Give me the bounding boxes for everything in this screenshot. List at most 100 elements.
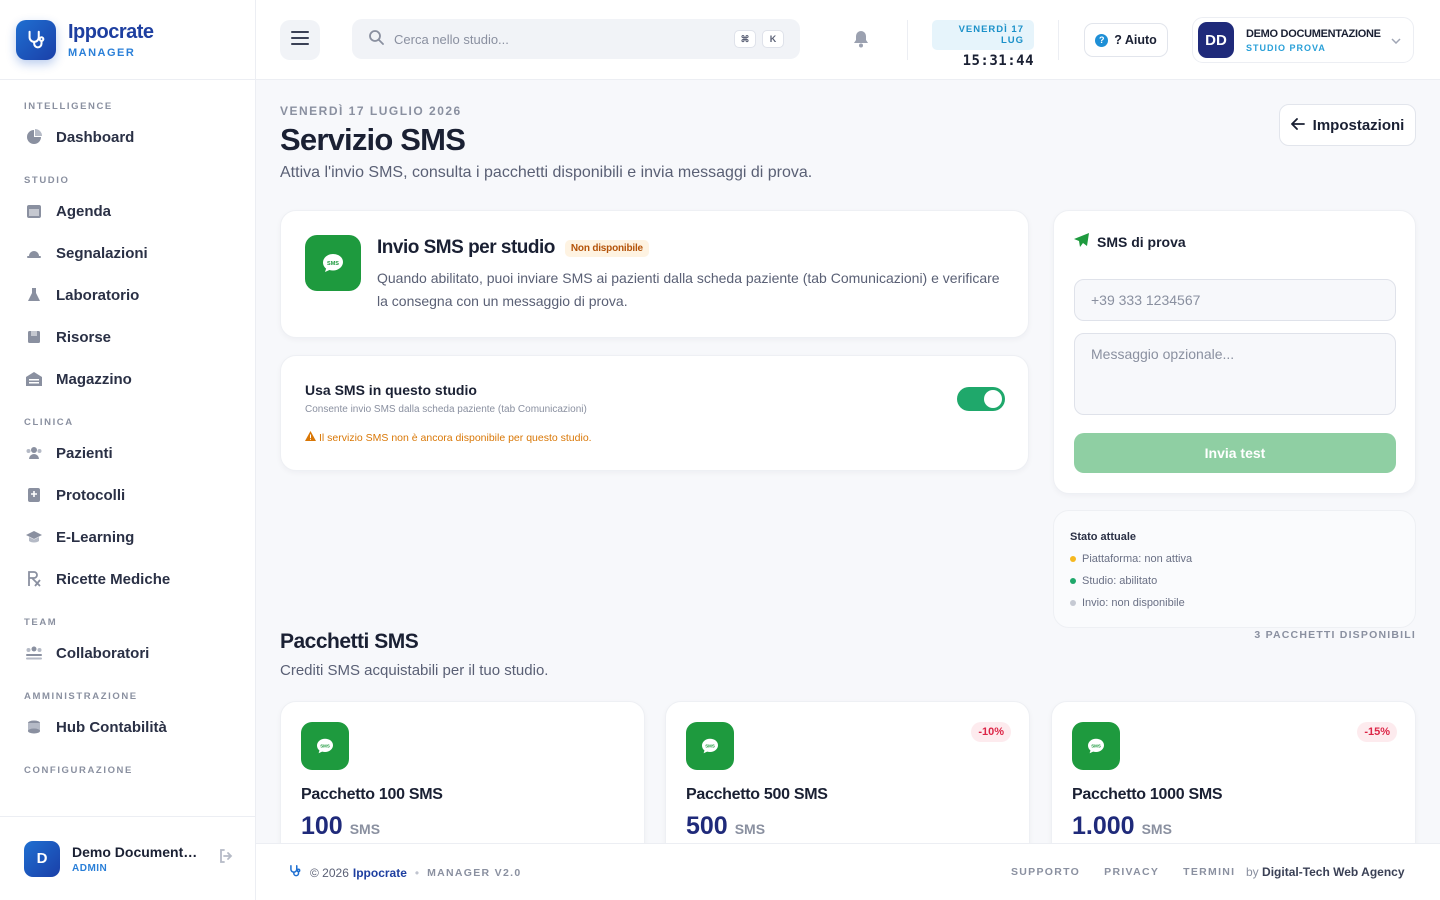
phone-input[interactable]: +39 333 1234567	[1074, 279, 1396, 321]
sidebar-item-protocolli[interactable]: Protocolli	[0, 474, 255, 516]
sidebar-item-elearning[interactable]: E-Learning	[0, 516, 255, 558]
toggle-title: Usa SMS in questo studio	[305, 382, 477, 398]
protocol-icon	[24, 485, 44, 505]
package-quantity: 100 SMS	[301, 812, 380, 841]
sidebar-item-label: Protocolli	[56, 486, 126, 504]
footer: © 2026 Ippocrate • MANAGER V2.0 SUPPORTO…	[256, 843, 1440, 900]
nav-section-clinica: CLINICA	[24, 417, 74, 428]
sidebar-user-role: ADMIN	[72, 862, 108, 874]
sidebar-item-label: Pazienti	[56, 444, 113, 462]
team-icon	[24, 643, 44, 663]
discount-badge: -15%	[1357, 722, 1397, 742]
sidebar-item-collaboratori[interactable]: Collaboratori	[0, 632, 255, 674]
menu-button[interactable]	[280, 20, 320, 60]
avatar[interactable]: D	[24, 840, 60, 877]
package-name: Pacchetto 500 SMS	[686, 786, 828, 803]
footer-credit: by Digital-Tech Web Agency	[1246, 865, 1405, 879]
topbar: Cerca nello studio... ⌘ K VENERDÌ 17 LUG…	[256, 0, 1440, 80]
svg-text:SMS: SMS	[1091, 744, 1101, 749]
package-quantity: 1.000 SMS	[1072, 812, 1172, 841]
page-description: Attiva l'invio SMS, consulta i pacchetti…	[280, 164, 813, 181]
sidebar-item-label: Risorse	[56, 328, 112, 346]
intro-description: Quando abilitato, puoi inviare SMS ai pa…	[377, 270, 1000, 309]
date-chip: VENERDÌ 17 LUG	[932, 20, 1034, 50]
package-name: Pacchetto 100 SMS	[301, 786, 443, 803]
svg-text:SMS: SMS	[320, 744, 330, 749]
search-input[interactable]: Cerca nello studio... ⌘ K	[352, 19, 800, 59]
paper-plane-icon	[1074, 233, 1089, 250]
sidebar-item-label: Segnalazioni	[56, 244, 148, 262]
user-menu[interactable]: DD DEMO DOCUMENTAZIONE STUDIO PROVA	[1192, 17, 1414, 63]
sms-bubble-icon: SMS	[1072, 722, 1120, 770]
sms-toggle-card: Usa SMS in questo studio Consente invio …	[280, 355, 1029, 471]
sidebar-item-risorse[interactable]: Risorse	[0, 316, 255, 358]
credit-prefix: by	[1246, 865, 1259, 879]
sidebar-item-ricette[interactable]: Ricette Mediche	[0, 558, 255, 600]
package-qty-unit: SMS	[734, 821, 766, 837]
resource-icon	[24, 327, 44, 347]
sms-test-card: SMS di prova +39 333 1234567 Messaggio o…	[1053, 210, 1416, 494]
state-row-studio: Studio: abilitato	[1070, 575, 1157, 587]
pie-chart-icon	[24, 127, 44, 147]
sidebar-item-label: Collaboratori	[56, 644, 150, 662]
sidebar-item-label: Magazzino	[56, 370, 132, 388]
settings-button-label: Impostazioni	[1312, 116, 1405, 134]
notification-bell-icon[interactable]	[852, 30, 870, 53]
sidebar-item-label: Dashboard	[56, 128, 135, 146]
arrow-left-icon	[1290, 117, 1305, 134]
kbd-k: K	[762, 30, 784, 48]
packages-description: Crediti SMS acquistabili per il tuo stud…	[280, 662, 549, 679]
status-dot-yellow	[1070, 556, 1076, 562]
package-quantity: 500 SMS	[686, 812, 765, 841]
status-badge: Non disponibile	[564, 239, 649, 257]
divider	[907, 20, 908, 60]
search-icon	[368, 29, 384, 50]
state-title: Stato attuale	[1070, 531, 1137, 543]
coins-icon	[24, 717, 44, 737]
graduation-cap-icon	[24, 527, 44, 547]
clock: 15:31:44	[962, 53, 1034, 69]
logout-icon[interactable]	[218, 848, 234, 869]
flask-icon	[24, 285, 44, 305]
test-card-title: SMS di prova	[1097, 233, 1186, 250]
sms-bubble-icon: SMS	[301, 722, 349, 770]
message-textarea[interactable]: Messaggio opzionale...	[1074, 333, 1396, 415]
nav-section-team: TEAM	[24, 617, 58, 628]
warning-text: Il servizio SMS non è ancora disponibile…	[319, 431, 592, 444]
sidebar-item-magazzino[interactable]: Magazzino	[0, 358, 255, 400]
send-test-button[interactable]: Invia test	[1074, 433, 1396, 473]
bell-alert-icon	[24, 243, 44, 263]
sidebar-item-segnalazioni[interactable]: Segnalazioni	[0, 232, 255, 274]
footer-copyright: © 2026 Ippocrate • MANAGER V2.0	[288, 864, 521, 881]
footer-link-termini[interactable]: TERMINI	[1183, 866, 1235, 878]
sidebar-item-pazienti[interactable]: Pazienti	[0, 432, 255, 474]
nav-section-intelligence: INTELLIGENCE	[24, 101, 113, 112]
help-label: ? Aiuto	[1114, 33, 1157, 47]
footer-brand: Ippocrate	[352, 865, 407, 880]
footer-link-supporto[interactable]: SUPPORTO	[1011, 866, 1080, 878]
sidebar-item-hub-contabilita[interactable]: Hub Contabilità	[0, 706, 255, 748]
sms-enable-toggle[interactable]	[957, 387, 1005, 411]
sidebar-item-agenda[interactable]: Agenda	[0, 190, 255, 232]
state-row-text: Studio: abilitato	[1082, 575, 1158, 587]
sms-bubble-icon: SMS	[305, 235, 361, 291]
status-dot-gray	[1070, 600, 1076, 606]
help-button[interactable]: ? ? Aiuto	[1084, 23, 1168, 57]
brand[interactable]: Ippocrate MANAGER	[0, 0, 255, 80]
status-dot-green	[1070, 578, 1076, 584]
packages-count: 3 PACCHETTI DISPONIBILI	[1254, 629, 1416, 641]
toggle-knob	[984, 390, 1002, 408]
package-name: Pacchetto 1000 SMS	[1072, 786, 1223, 803]
keyboard-shortcut: ⌘ K	[734, 30, 790, 48]
settings-back-button[interactable]: Impostazioni	[1279, 104, 1416, 146]
sms-intro-card: SMS Invio SMS per studio Non disponibile…	[280, 210, 1029, 338]
nav-section-configurazione: CONFIGURAZIONE	[24, 765, 133, 776]
credit-agency[interactable]: Digital-Tech Web Agency	[1262, 865, 1404, 879]
warning-message: Il servizio SMS non è ancora disponibile…	[305, 431, 592, 444]
sidebar-item-dashboard[interactable]: Dashboard	[0, 116, 255, 158]
stethoscope-logo-icon	[288, 864, 302, 881]
sidebar-item-laboratorio[interactable]: Laboratorio	[0, 274, 255, 316]
footer-link-privacy[interactable]: PRIVACY	[1104, 866, 1159, 878]
state-row-platform: Piattaforma: non attiva	[1070, 553, 1192, 565]
search-placeholder: Cerca nello studio...	[394, 31, 509, 47]
